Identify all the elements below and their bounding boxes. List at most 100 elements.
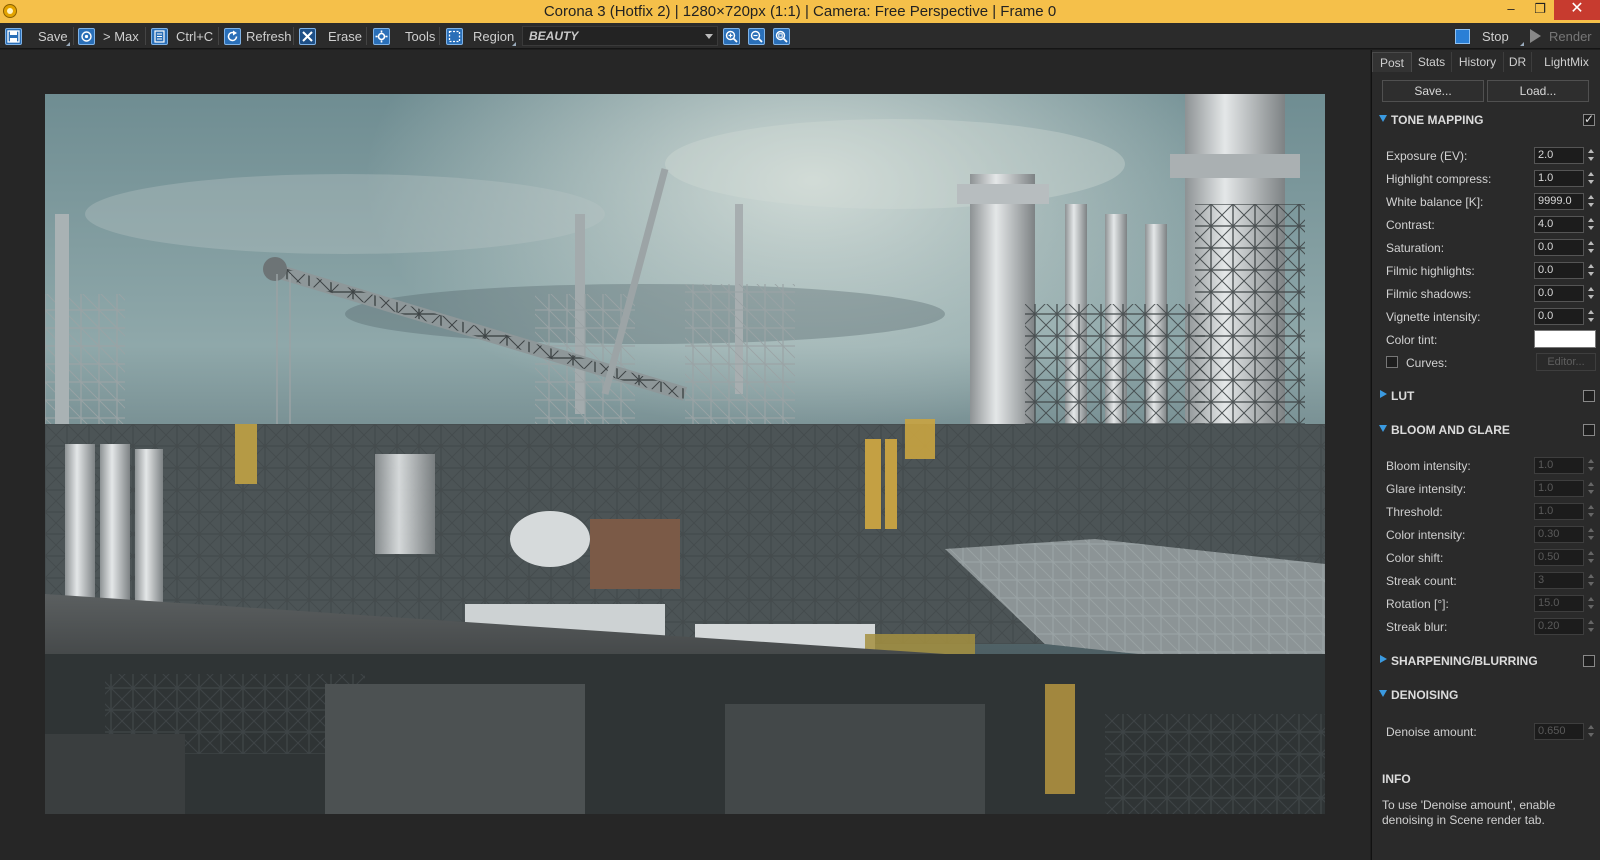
tab-stats[interactable]: Stats bbox=[1412, 52, 1452, 72]
erase-button[interactable]: Erase bbox=[299, 25, 362, 47]
stop-button[interactable]: Stop bbox=[1455, 25, 1509, 47]
maximize-button[interactable]: ❐ bbox=[1526, 0, 1554, 20]
contrast-spinner[interactable] bbox=[1587, 216, 1595, 234]
save-settings-button[interactable]: Save... bbox=[1382, 80, 1484, 102]
filmic-shadows-input[interactable]: 0.0 bbox=[1534, 285, 1584, 302]
field-label: Color shift: bbox=[1386, 551, 1444, 565]
field-label: Contrast: bbox=[1386, 218, 1435, 232]
denoise-amount-input[interactable]: 0.650 bbox=[1534, 723, 1584, 740]
streak-count-input[interactable]: 3 bbox=[1534, 572, 1584, 589]
streak-blur-input[interactable]: 0.20 bbox=[1534, 618, 1584, 635]
tools-button[interactable]: Tools bbox=[373, 25, 435, 47]
save-dropdown-corner[interactable] bbox=[66, 42, 70, 46]
curves-checkbox[interactable] bbox=[1386, 356, 1398, 368]
saturation-input[interactable]: 0.0 bbox=[1534, 239, 1584, 256]
tone-mapping-enable-checkbox[interactable] bbox=[1583, 112, 1595, 126]
glare-intensity-row: Glare intensity: 1.0 bbox=[1386, 479, 1594, 499]
vignette-spinner[interactable] bbox=[1587, 308, 1595, 326]
refresh-label: Refresh bbox=[246, 28, 292, 44]
expand-arrow-icon bbox=[1380, 655, 1387, 663]
section-title: TONE MAPPING bbox=[1391, 113, 1484, 127]
color-tint-row: Color tint: bbox=[1386, 330, 1596, 350]
tab-history[interactable]: History bbox=[1452, 52, 1504, 72]
color-intensity-spinner[interactable] bbox=[1587, 526, 1595, 544]
stop-label: Stop bbox=[1482, 28, 1509, 44]
highlight-compress-spinner[interactable] bbox=[1587, 170, 1595, 188]
zoom-in-button[interactable] bbox=[723, 25, 740, 47]
save-button[interactable]: Save bbox=[5, 25, 68, 47]
region-button[interactable]: Region bbox=[446, 25, 514, 47]
section-denoising[interactable]: DENOISING bbox=[1377, 686, 1595, 704]
tab-post[interactable]: Post bbox=[1372, 52, 1412, 72]
contrast-input[interactable]: 4.0 bbox=[1534, 216, 1584, 233]
render-pass-value: BEAUTY bbox=[529, 29, 579, 43]
rotation-spinner[interactable] bbox=[1587, 595, 1595, 613]
render-pass-select[interactable]: BEAUTY bbox=[522, 26, 718, 46]
toolbar-separator bbox=[293, 27, 294, 45]
refresh-button[interactable]: Refresh bbox=[224, 25, 292, 47]
copy-button[interactable]: Ctrl+C bbox=[151, 25, 213, 47]
white-balance-input[interactable]: 9999.0 bbox=[1534, 193, 1584, 210]
color-shift-spinner[interactable] bbox=[1587, 549, 1595, 567]
field-label: Denoise amount: bbox=[1386, 725, 1477, 739]
tab-dr[interactable]: DR bbox=[1504, 52, 1532, 72]
toolbar-separator bbox=[73, 27, 74, 45]
streak-blur-spinner[interactable] bbox=[1587, 618, 1595, 636]
region-dropdown-corner[interactable] bbox=[512, 42, 516, 46]
highlight-compress-input[interactable]: 1.0 bbox=[1534, 170, 1584, 187]
section-tone-mapping[interactable]: TONE MAPPING bbox=[1377, 111, 1595, 129]
color-shift-row: Color shift: 0.50 bbox=[1386, 548, 1594, 568]
color-intensity-row: Color intensity: 0.30 bbox=[1386, 525, 1594, 545]
streak-blur-row: Streak blur: 0.20 bbox=[1386, 617, 1594, 637]
filmic-shadows-spinner[interactable] bbox=[1587, 285, 1595, 303]
exposure-spinner[interactable] bbox=[1587, 147, 1595, 165]
bloom-intensity-input[interactable]: 1.0 bbox=[1534, 457, 1584, 474]
color-tint-swatch[interactable] bbox=[1534, 330, 1596, 348]
exposure-row: Exposure (EV): 2.0 bbox=[1386, 146, 1594, 166]
zoom-out-button[interactable] bbox=[748, 25, 765, 47]
threshold-input[interactable]: 1.0 bbox=[1534, 503, 1584, 520]
rendered-image[interactable] bbox=[45, 94, 1325, 814]
field-label: Saturation: bbox=[1386, 241, 1445, 255]
section-lut[interactable]: LUT bbox=[1377, 387, 1595, 405]
color-shift-input[interactable]: 0.50 bbox=[1534, 549, 1584, 566]
expand-arrow-icon bbox=[1380, 390, 1387, 398]
industrial-refinery-render bbox=[45, 94, 1325, 814]
sharpening-enable-checkbox[interactable] bbox=[1583, 655, 1595, 667]
render-button[interactable]: Render bbox=[1530, 25, 1592, 47]
streak-count-spinner[interactable] bbox=[1587, 572, 1595, 590]
glare-intensity-input[interactable]: 1.0 bbox=[1534, 480, 1584, 497]
lut-enable-checkbox[interactable] bbox=[1583, 390, 1595, 402]
white-balance-row: White balance [K]: 9999.0 bbox=[1386, 192, 1594, 212]
saturation-spinner[interactable] bbox=[1587, 239, 1595, 257]
white-balance-spinner[interactable] bbox=[1587, 193, 1595, 211]
tab-lightmix[interactable]: LightMix bbox=[1532, 52, 1600, 72]
exposure-input[interactable]: 2.0 bbox=[1534, 147, 1584, 164]
filmic-highlights-input[interactable]: 0.0 bbox=[1534, 262, 1584, 279]
minimize-button[interactable]: ‒ bbox=[1497, 0, 1525, 20]
field-label: Filmic shadows: bbox=[1386, 287, 1472, 301]
load-settings-button[interactable]: Load... bbox=[1487, 80, 1589, 102]
stop-dropdown-corner[interactable] bbox=[1520, 42, 1524, 46]
vignette-row: Vignette intensity: 0.0 bbox=[1386, 307, 1594, 327]
filmic-highlights-spinner[interactable] bbox=[1587, 262, 1595, 280]
color-intensity-input[interactable]: 0.30 bbox=[1534, 526, 1584, 543]
vignette-input[interactable]: 0.0 bbox=[1534, 308, 1584, 325]
section-sharpening-blurring[interactable]: SHARPENING/BLURRING bbox=[1377, 652, 1595, 670]
max-button[interactable]: > Max bbox=[78, 25, 139, 47]
refresh-icon bbox=[224, 27, 241, 45]
bloom-glare-enable-checkbox[interactable] bbox=[1583, 424, 1595, 436]
section-bloom-glare[interactable]: BLOOM AND GLARE bbox=[1377, 421, 1595, 439]
close-button[interactable]: ✕ bbox=[1554, 0, 1600, 20]
render-viewport[interactable] bbox=[0, 50, 1370, 860]
zoom-in-icon bbox=[723, 27, 740, 45]
curves-editor-button[interactable]: Editor... bbox=[1536, 353, 1596, 371]
glare-intensity-spinner[interactable] bbox=[1587, 480, 1595, 498]
rotation-input[interactable]: 15.0 bbox=[1534, 595, 1584, 612]
curves-label: Curves: bbox=[1406, 356, 1448, 370]
contrast-row: Contrast: 4.0 bbox=[1386, 215, 1594, 235]
bloom-intensity-spinner[interactable] bbox=[1587, 457, 1595, 475]
zoom-fit-button[interactable] bbox=[773, 25, 790, 47]
denoise-amount-spinner[interactable] bbox=[1587, 723, 1595, 741]
threshold-spinner[interactable] bbox=[1587, 503, 1595, 521]
